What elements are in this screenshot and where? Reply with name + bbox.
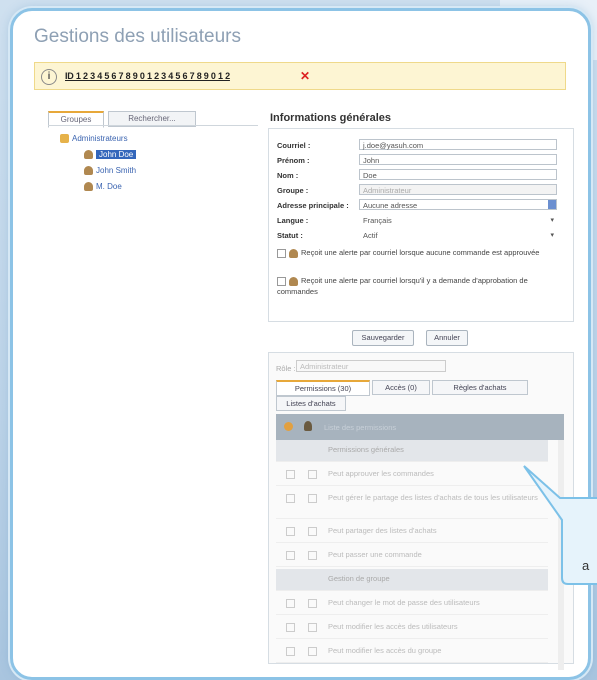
status-select[interactable]: Actif ▾ xyxy=(359,229,557,240)
checkbox[interactable] xyxy=(286,527,295,536)
role-label: Rôle : xyxy=(276,364,296,373)
permission-label: Peut gérer le partage des listes d'achat… xyxy=(328,493,538,502)
field-label: Nom : xyxy=(277,171,299,180)
table-group-row: Permissions générales xyxy=(276,440,548,462)
permission-label: Peut passer une commande xyxy=(328,550,422,559)
checkbox[interactable] xyxy=(308,494,317,503)
checkbox[interactable] xyxy=(308,470,317,479)
checkbox-label: Reçoit une alerte par courriel lorsque a… xyxy=(301,248,540,257)
warning-icon xyxy=(284,422,293,431)
table-row: Peut approuver les commandes xyxy=(276,464,548,486)
permission-label: Peut approuver les commandes xyxy=(328,469,434,478)
form-title: Informations générales xyxy=(270,112,392,124)
alert-checkbox-row: Reçoit une alerte par courriel lorsque a… xyxy=(277,247,567,258)
tree-node-label: Administrateurs xyxy=(72,134,128,143)
tree-node-label: John Doe xyxy=(96,150,137,159)
table-row: Peut passer une commande xyxy=(276,545,548,567)
tab-acces[interactable]: Accès (0) xyxy=(372,380,430,395)
user-icon xyxy=(304,421,312,431)
email-field[interactable]: j.doe@yasuh.com xyxy=(359,139,557,150)
alert-banner: i ID 1 2 3 4 5 6 7 8 9 0 1 2 3 4 5 6 7 8… xyxy=(34,62,566,90)
role-select[interactable]: Administrateur xyxy=(296,360,446,372)
checkbox[interactable] xyxy=(308,527,317,536)
checkbox[interactable] xyxy=(277,276,286,286)
alert-checkbox-row: Reçoit une alerte par courriel lorsqu'il… xyxy=(277,275,567,297)
checkbox[interactable] xyxy=(308,647,317,656)
permission-label: Peut changer le mot de passe des utilisa… xyxy=(328,598,480,607)
checkbox[interactable] xyxy=(286,551,295,560)
permission-label: Gestion de groupe xyxy=(328,574,390,583)
table-header: Liste des permissions xyxy=(276,414,564,440)
checkbox[interactable] xyxy=(308,551,317,560)
checkbox[interactable] xyxy=(277,248,286,258)
info-icon: i xyxy=(41,69,57,85)
chevron-down-icon: ▾ xyxy=(550,232,554,239)
tree-node-user[interactable]: M. Doe xyxy=(84,182,122,192)
lastname-field[interactable]: Doe xyxy=(359,169,557,180)
field-label: Courriel : xyxy=(277,141,311,150)
table-row: Peut changer le mot de passe des utilisa… xyxy=(276,593,548,615)
permission-label: Peut partager des listes d'achats xyxy=(328,526,437,535)
checkbox[interactable] xyxy=(286,623,295,632)
checkbox[interactable] xyxy=(308,623,317,632)
address-select[interactable]: Aucune adresse xyxy=(359,199,557,210)
tab-regles-achats[interactable]: Règles d'achats xyxy=(432,380,528,395)
tree-node-label: John Smith xyxy=(96,166,137,175)
close-icon[interactable]: ✕ xyxy=(300,69,310,83)
role-value: Administrateur xyxy=(300,362,349,371)
table-header-label: Liste des permissions xyxy=(324,423,397,432)
firstname-field[interactable]: John xyxy=(359,154,557,165)
language-select[interactable]: Français ▾ xyxy=(359,214,557,225)
tree-node-administrateurs[interactable]: Administrateurs xyxy=(60,134,128,144)
tab-listes-achats[interactable]: Listes d'achats xyxy=(276,396,346,411)
group-icon xyxy=(60,134,69,144)
group-value: Administrateur xyxy=(363,186,412,195)
tree-node-user[interactable]: John Smith xyxy=(84,166,137,176)
checkbox[interactable] xyxy=(286,494,295,503)
table-row: Peut modifier les accès du groupe xyxy=(276,641,548,663)
table-row: Peut modifier les accès des utilisateurs xyxy=(276,617,548,639)
user-icon xyxy=(84,166,93,176)
cancel-button[interactable]: Annuler xyxy=(426,330,468,346)
permission-label: Permissions générales xyxy=(328,445,404,454)
tree-node-user[interactable]: John Doe xyxy=(84,150,137,160)
tab-divider xyxy=(48,125,258,126)
user-icon xyxy=(84,182,93,192)
field-label: Groupe : xyxy=(277,186,309,195)
user-icon xyxy=(84,150,93,160)
field-label: Adresse principale : xyxy=(277,201,349,210)
alert-text[interactable]: ID 1 2 3 4 5 6 7 8 9 0 1 2 3 4 5 6 7 8 9… xyxy=(65,71,230,81)
permission-label: Peut modifier les accès du groupe xyxy=(328,646,442,655)
table-group-row: Gestion de groupe xyxy=(276,569,548,591)
group-field: Administrateur xyxy=(359,184,557,195)
field-label: Prénom : xyxy=(277,156,310,165)
save-button[interactable]: Sauvegarder xyxy=(352,330,414,346)
tab-permissions[interactable]: Permissions (30) xyxy=(276,380,370,396)
tree-node-label: M. Doe xyxy=(96,182,122,191)
chevron-down-icon xyxy=(548,200,556,209)
user-form: Courriel : j.doe@yasuh.com Prénom : John… xyxy=(268,128,574,322)
field-label: Langue : xyxy=(277,216,309,225)
checkbox-label: Reçoit une alerte par courriel lorsqu'il… xyxy=(277,276,528,296)
user-icon xyxy=(289,276,298,286)
checkbox[interactable] xyxy=(286,470,295,479)
field-label: Statut : xyxy=(277,231,303,240)
callout-bubble: a xyxy=(523,462,597,585)
callout-text: a xyxy=(582,558,590,573)
page-title: Gestions des utilisateurs xyxy=(34,26,241,47)
language-value: Français xyxy=(363,216,392,225)
checkbox[interactable] xyxy=(286,647,295,656)
table-row: Peut gérer le partage des listes d'achat… xyxy=(276,488,548,519)
checkbox[interactable] xyxy=(286,599,295,608)
permission-label: Peut modifier les accès des utilisateurs xyxy=(328,622,458,631)
table-row: Peut partager des listes d'achats xyxy=(276,521,548,543)
address-value: Aucune adresse xyxy=(363,201,418,210)
status-value: Actif xyxy=(363,231,378,240)
chevron-down-icon: ▾ xyxy=(550,217,554,224)
user-icon xyxy=(289,248,298,258)
checkbox[interactable] xyxy=(308,599,317,608)
